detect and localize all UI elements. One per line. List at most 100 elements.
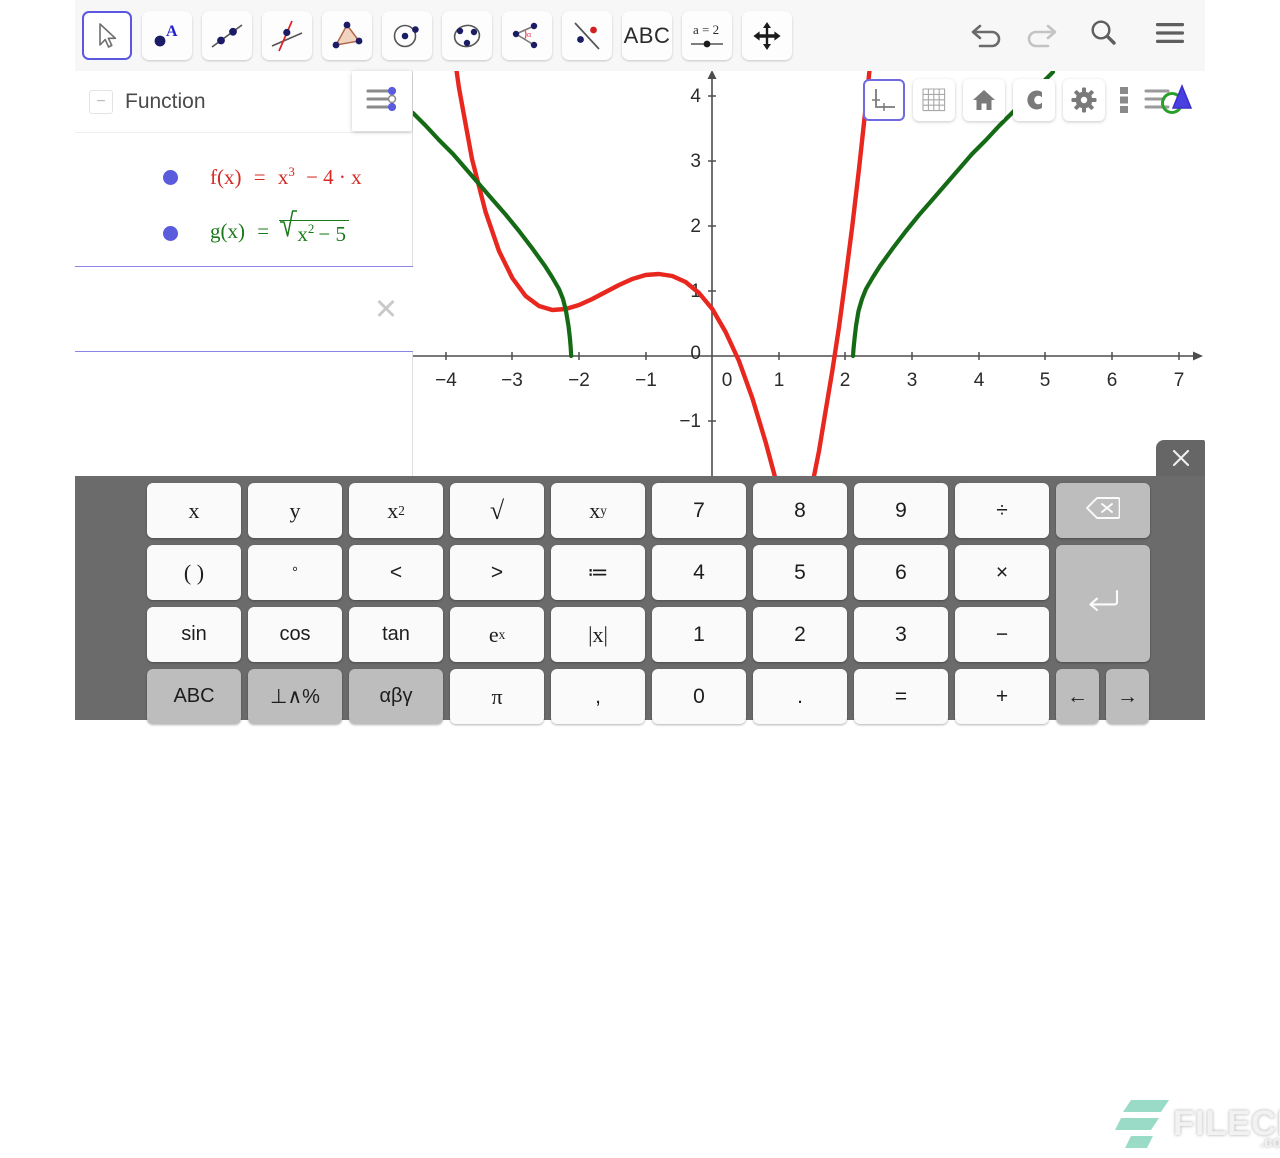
key-y[interactable]: y: [248, 483, 342, 538]
key-cos[interactable]: cos: [248, 607, 342, 662]
key-less-than[interactable]: <: [349, 545, 443, 600]
expression-f-lhs: f(x): [210, 165, 242, 189]
point-a-icon: A: [151, 21, 183, 51]
key-enter[interactable]: [1056, 545, 1150, 662]
x-axis-labels: −4 −3 −2 −1 0 1 2 3 4 5 6 7: [435, 370, 1184, 391]
key-5[interactable]: 5: [753, 545, 847, 600]
expression-f-equals: =: [253, 165, 266, 189]
algebra-view-settings-icon: [365, 84, 399, 119]
key-1[interactable]: 1: [652, 607, 746, 662]
key-special-symbols-layout[interactable]: ⊥∧%: [248, 669, 342, 724]
svg-text:−2: −2: [568, 370, 590, 391]
svg-text:−1: −1: [635, 370, 657, 391]
algebra-item-f[interactable]: f(x) = x3 − 4 · x: [75, 149, 413, 205]
redo-button[interactable]: [1016, 11, 1066, 60]
key-x-squared[interactable]: x2: [349, 483, 443, 538]
keyboard-row-4: ABC ⊥∧% αβγ π , 0 . = + ← →: [147, 669, 1156, 724]
key-x-power-y[interactable]: xy: [551, 483, 645, 538]
conic-tool[interactable]: [442, 11, 492, 60]
algebra-input-row[interactable]: ✕: [75, 266, 413, 352]
curve-f: [454, 71, 778, 476]
keyboard-row-1: x y x2 √ xy 7 8 9 ÷: [147, 483, 1157, 538]
gear-icon: [1071, 87, 1097, 113]
line-tool[interactable]: [202, 11, 252, 60]
graphics-view[interactable]: −4 −3 −2 −1 0 1 2 3 4 5 6 7 4 3 2 1 0 −1: [413, 71, 1205, 476]
show-axes-button[interactable]: [863, 79, 905, 121]
graphics-view-toolbar: [863, 79, 1193, 121]
math-keyboard: x y x2 √ xy 7 8 9 ÷ ( ) ° < > ≔ 4 5 6 ×: [75, 476, 1280, 1151]
filecr-watermark: FILECR .com: [1115, 1100, 1280, 1158]
key-4[interactable]: 4: [652, 545, 746, 600]
line-through-two-points-icon: [210, 21, 244, 51]
key-absolute-value[interactable]: |x|: [551, 607, 645, 662]
key-arrow-left[interactable]: ←: [1056, 669, 1099, 724]
more-options-button[interactable]: [1113, 79, 1135, 121]
key-square-root[interactable]: √: [450, 483, 544, 538]
minus-icon[interactable]: −: [89, 89, 113, 114]
key-sin[interactable]: sin: [147, 607, 241, 662]
reflect-tool[interactable]: [562, 11, 612, 60]
radical-sign-icon: [280, 210, 298, 237]
key-6[interactable]: 6: [854, 545, 948, 600]
key-x[interactable]: x: [147, 483, 241, 538]
y-axis-labels: 4 3 2 1 0 −1: [679, 86, 701, 432]
key-equals[interactable]: =: [854, 669, 948, 724]
polygon-tool[interactable]: [322, 11, 372, 60]
key-greater-than[interactable]: >: [450, 545, 544, 600]
slider-tool[interactable]: a = 2: [682, 11, 732, 60]
key-0[interactable]: 0: [652, 669, 746, 724]
visibility-toggle-g[interactable]: [163, 225, 178, 241]
perpendicular-line-tool[interactable]: [262, 11, 312, 60]
key-decimal-point[interactable]: .: [753, 669, 847, 724]
key-8[interactable]: 8: [753, 483, 847, 538]
geogebra-logo-button[interactable]: [1143, 79, 1193, 121]
x-axis-arrow: [1193, 351, 1203, 361]
expression-g-radicand-rest: − 5: [318, 221, 346, 246]
point-tool[interactable]: A: [142, 11, 192, 60]
key-backspace[interactable]: [1056, 483, 1150, 538]
main-menu-button[interactable]: [1145, 11, 1195, 60]
pan-tool[interactable]: [742, 11, 792, 60]
key-divide[interactable]: ÷: [955, 483, 1049, 538]
key-parentheses[interactable]: ( ): [147, 545, 241, 600]
move-tool[interactable]: [82, 11, 132, 60]
circle-tool[interactable]: [382, 11, 432, 60]
angle-measure-icon: α: [510, 21, 544, 51]
angle-tool[interactable]: α: [502, 11, 552, 60]
key-2[interactable]: 2: [753, 607, 847, 662]
svg-text:4: 4: [974, 370, 985, 391]
standard-view-button[interactable]: [963, 79, 1005, 121]
key-pi[interactable]: π: [450, 669, 544, 724]
key-abc-layout[interactable]: ABC: [147, 669, 241, 724]
undo-button[interactable]: [962, 11, 1012, 60]
key-arrow-right[interactable]: →: [1106, 669, 1149, 724]
key-plus[interactable]: +: [955, 669, 1049, 724]
svg-text:−3: −3: [501, 370, 523, 391]
key-tan[interactable]: tan: [349, 607, 443, 662]
perpendicular-line-icon: [270, 20, 304, 52]
key-greek-layout[interactable]: αβγ: [349, 669, 443, 724]
key-comma[interactable]: ,: [551, 669, 645, 724]
key-minus[interactable]: −: [955, 607, 1049, 662]
close-icon[interactable]: ✕: [371, 295, 401, 325]
show-grid-button[interactable]: [913, 79, 955, 121]
search-button[interactable]: [1078, 11, 1128, 60]
algebra-item-g[interactable]: g(x) = x2− 5: [75, 205, 413, 261]
key-degree[interactable]: °: [248, 545, 342, 600]
abc-text-icon: ABC: [623, 22, 671, 48]
key-assign[interactable]: ≔: [551, 545, 645, 600]
visibility-toggle-f[interactable]: [163, 169, 178, 185]
key-9[interactable]: 9: [854, 483, 948, 538]
close-keyboard-button[interactable]: [1156, 440, 1205, 480]
text-tool[interactable]: ABC: [622, 11, 672, 60]
key-7[interactable]: 7: [652, 483, 746, 538]
expression-f-rest: − 4 · x: [306, 165, 362, 189]
algebra-view-settings-button[interactable]: [352, 71, 412, 131]
key-e-power-x[interactable]: ex: [450, 607, 544, 662]
svg-text:α: α: [527, 30, 532, 39]
snap-to-grid-button[interactable]: [1013, 79, 1055, 121]
key-3[interactable]: 3: [854, 607, 948, 662]
filecr-logo-icon: [1115, 1100, 1169, 1148]
graphics-settings-button[interactable]: [1063, 79, 1105, 121]
key-multiply[interactable]: ×: [955, 545, 1049, 600]
